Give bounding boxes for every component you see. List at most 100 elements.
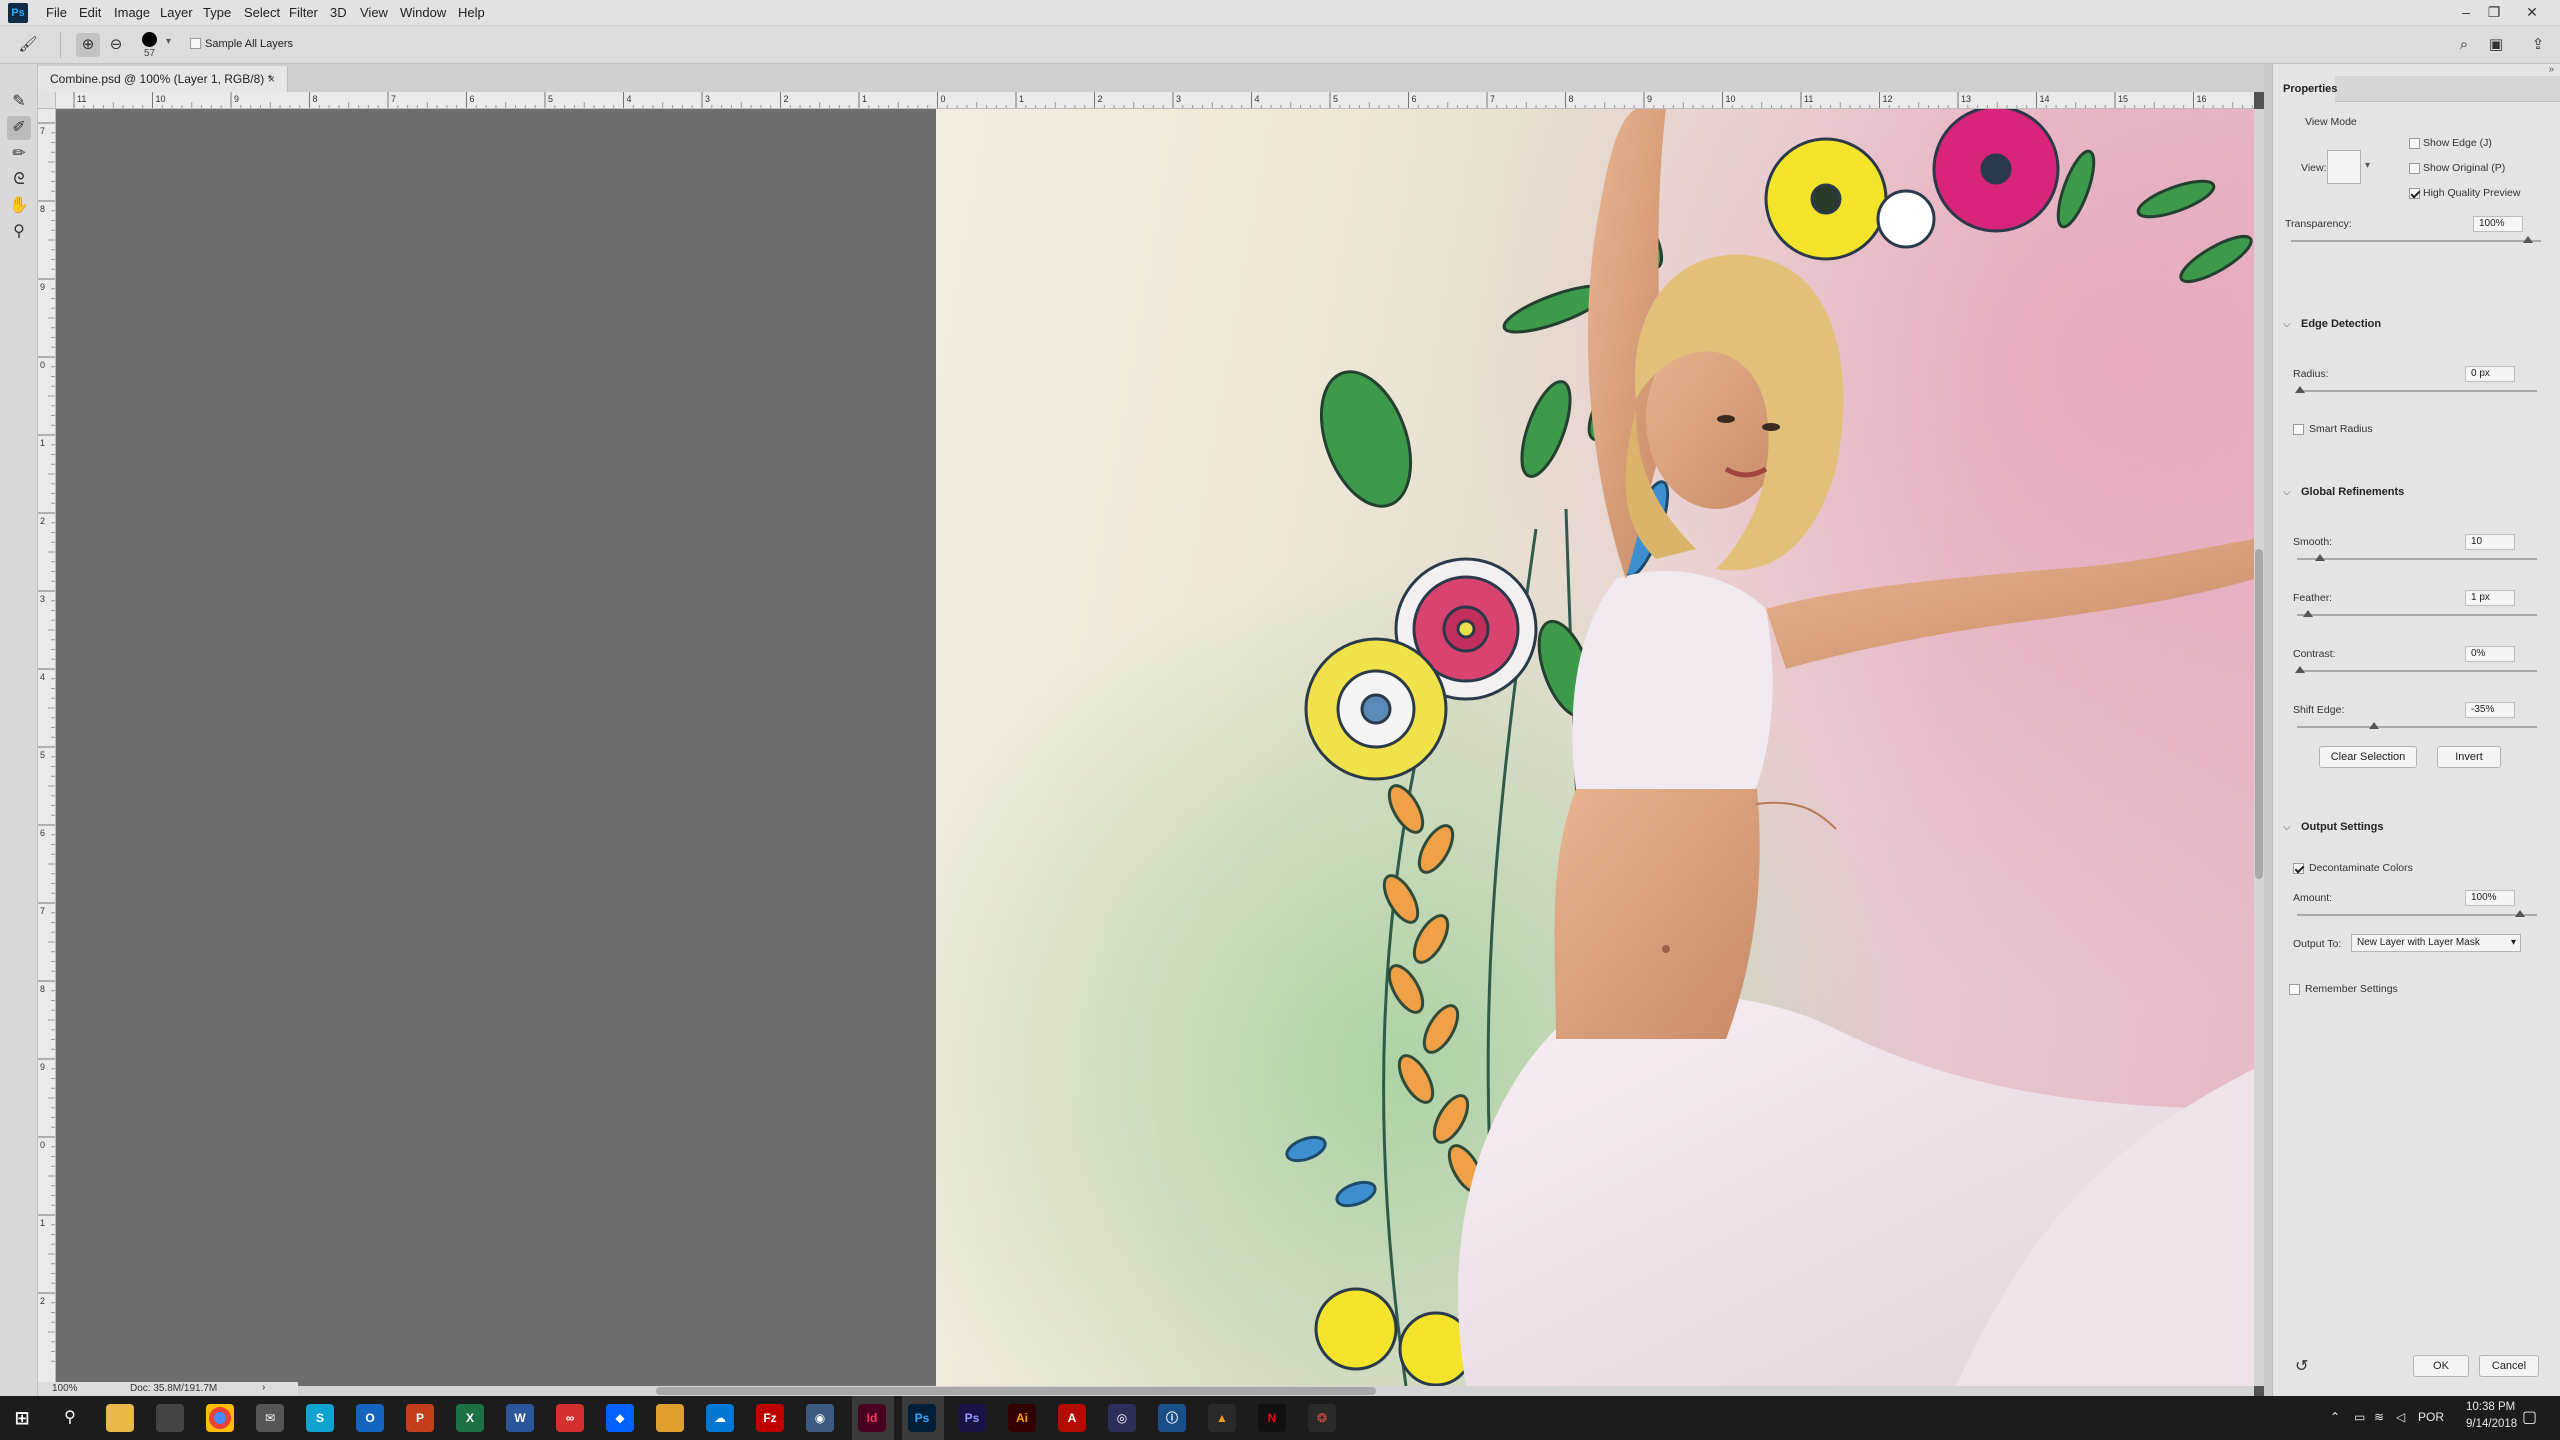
- radius-slider[interactable]: [2297, 390, 2537, 392]
- edge-detection-chevron-icon[interactable]: ⌵: [2283, 319, 2291, 330]
- notifications-icon[interactable]: ▢: [2522, 1407, 2537, 1427]
- shift-edge-slider-thumb[interactable]: [2369, 722, 2379, 729]
- brush-dropdown-icon[interactable]: ▾: [166, 36, 171, 47]
- workspace-icon[interactable]: ▣: [2484, 33, 2508, 57]
- lasso-tool-icon[interactable]: ᘓ: [7, 168, 31, 192]
- windows-start-icon[interactable]: ⊞: [8, 1404, 36, 1432]
- photoshop-icon[interactable]: Ps: [908, 1404, 936, 1432]
- clear-selection-button[interactable]: Clear Selection: [2319, 746, 2417, 768]
- search-icon[interactable]: ⚲: [56, 1404, 84, 1432]
- network-icon[interactable]: ▭: [2354, 1410, 2365, 1424]
- excel-icon[interactable]: X: [456, 1404, 484, 1432]
- view-mode-thumbnail[interactable]: [2327, 150, 2361, 184]
- restore-icon[interactable]: ❐: [2482, 2, 2506, 22]
- radius-slider-thumb[interactable]: [2295, 386, 2305, 393]
- vertical-ruler[interactable]: 7 8 9 0 1 2 3 4 5 6 7 8 9 0 1 2: [38, 109, 56, 1386]
- powerpoint-icon[interactable]: P: [406, 1404, 434, 1432]
- vertical-scrollbar[interactable]: [2254, 109, 2264, 1386]
- ok-button[interactable]: OK: [2413, 1355, 2469, 1377]
- output-settings-chevron-icon[interactable]: ⌵: [2283, 822, 2291, 833]
- smart-radius-checkbox[interactable]: [2293, 424, 2304, 435]
- refine-edge-brush-icon[interactable]: ✐: [7, 116, 31, 140]
- close-icon[interactable]: ✕: [2520, 2, 2544, 22]
- photoshop-alt-icon[interactable]: Ps: [958, 1404, 986, 1432]
- high-quality-preview-checkbox[interactable]: [2409, 188, 2420, 199]
- app-circle-icon[interactable]: ◎: [1108, 1404, 1136, 1432]
- transparency-field[interactable]: 100%: [2473, 216, 2523, 232]
- zoom-tool-icon[interactable]: ⚲: [7, 220, 31, 244]
- acrobat-icon[interactable]: A: [1058, 1404, 1086, 1432]
- menu-window[interactable]: Window: [400, 5, 446, 20]
- feather-slider[interactable]: [2297, 614, 2537, 616]
- store-icon[interactable]: [156, 1404, 184, 1432]
- volume-icon[interactable]: ◁: [2396, 1410, 2405, 1424]
- clock-date[interactable]: 9/14/2018: [2466, 1418, 2517, 1430]
- menu-view[interactable]: View: [360, 5, 388, 20]
- decontaminate-colors-checkbox[interactable]: [2293, 863, 2304, 874]
- smooth-slider-thumb[interactable]: [2315, 554, 2325, 561]
- menu-image[interactable]: Image: [114, 5, 150, 20]
- horizontal-scrollbar[interactable]: [56, 1386, 2254, 1396]
- illustrator-icon[interactable]: Ai: [1008, 1404, 1036, 1432]
- vlc-icon[interactable]: ▲: [1208, 1404, 1236, 1432]
- collapse-panel-icon[interactable]: »: [2548, 64, 2554, 75]
- contrast-field[interactable]: 0%: [2465, 646, 2515, 662]
- menu-help[interactable]: Help: [458, 5, 485, 20]
- vertical-scrollbar-thumb[interactable]: [2255, 549, 2263, 879]
- show-edge-checkbox[interactable]: [2409, 138, 2420, 149]
- clock-time[interactable]: 10:38 PM: [2466, 1401, 2515, 1413]
- amount-slider[interactable]: [2297, 914, 2537, 916]
- app-swirl-icon[interactable]: ❂: [1308, 1404, 1336, 1432]
- menu-select[interactable]: Select: [244, 5, 280, 20]
- menu-3d[interactable]: 3D: [330, 5, 347, 20]
- status-menu-arrow[interactable]: ›: [262, 1382, 265, 1393]
- output-to-select[interactable]: New Layer with Layer Mask ▾: [2351, 934, 2521, 952]
- menu-type[interactable]: Type: [203, 5, 231, 20]
- word-icon[interactable]: W: [506, 1404, 534, 1432]
- contrast-slider[interactable]: [2297, 670, 2537, 672]
- smooth-slider[interactable]: [2297, 558, 2537, 560]
- amount-slider-thumb[interactable]: [2515, 910, 2525, 917]
- global-refinements-heading[interactable]: Global Refinements: [2301, 486, 2404, 498]
- show-original-checkbox[interactable]: [2409, 163, 2420, 174]
- smooth-field[interactable]: 10: [2465, 534, 2515, 550]
- brush-tool-icon[interactable]: ✏: [7, 142, 31, 166]
- dropbox-icon[interactable]: ◆: [606, 1404, 634, 1432]
- edge-detection-heading[interactable]: Edge Detection: [2301, 318, 2381, 330]
- output-settings-heading[interactable]: Output Settings: [2301, 821, 2384, 833]
- search-icon[interactable]: ⌕: [2452, 33, 2476, 57]
- app-icon[interactable]: ◉: [806, 1404, 834, 1432]
- files-icon[interactable]: [656, 1404, 684, 1432]
- zoom-level[interactable]: 100%: [52, 1383, 78, 1394]
- canvas[interactable]: [56, 109, 2254, 1386]
- properties-tab[interactable]: Properties: [2273, 76, 2337, 102]
- add-to-selection-icon[interactable]: ⊕: [76, 33, 100, 57]
- radius-field[interactable]: 0 px: [2465, 366, 2515, 382]
- share-icon[interactable]: ⇪: [2526, 33, 2550, 57]
- horizontal-ruler[interactable]: 11 10 9 8 7 6 5 4 3 2 1 0 1 2 3 4 5 6 7 8 9 10 11 12 13 14 15 16: [56, 92, 2254, 109]
- feather-slider-thumb[interactable]: [2303, 610, 2313, 617]
- onedrive-icon[interactable]: ☁: [706, 1404, 734, 1432]
- tray-chevron-icon[interactable]: ⌃: [2330, 1410, 2340, 1424]
- menu-layer[interactable]: Layer: [160, 5, 193, 20]
- shift-edge-slider[interactable]: [2297, 726, 2537, 728]
- file-explorer-icon[interactable]: [106, 1404, 134, 1432]
- skype-icon[interactable]: S: [306, 1404, 334, 1432]
- horizontal-scrollbar-thumb[interactable]: [656, 1387, 1376, 1395]
- indesign-icon[interactable]: Id: [858, 1404, 886, 1432]
- close-tab-icon[interactable]: ×: [268, 66, 275, 92]
- filezilla-icon[interactable]: Fz: [756, 1404, 784, 1432]
- brush-preview-icon[interactable]: [142, 32, 157, 47]
- remember-settings-checkbox[interactable]: [2289, 984, 2300, 995]
- transparency-slider[interactable]: [2291, 240, 2541, 242]
- hand-tool-icon[interactable]: ✋: [7, 194, 31, 218]
- wifi-icon[interactable]: ≋: [2374, 1410, 2384, 1424]
- document-tab[interactable]: Combine.psd @ 100% (Layer 1, RGB/8) * ×: [38, 66, 288, 92]
- outlook-icon[interactable]: O: [356, 1404, 384, 1432]
- subtract-from-selection-icon[interactable]: ⊖: [104, 33, 128, 57]
- chrome-icon[interactable]: [206, 1404, 234, 1432]
- netflix-icon[interactable]: N: [1258, 1404, 1286, 1432]
- quick-selection-tool-icon[interactable]: ✎: [7, 90, 31, 114]
- menu-file[interactable]: File: [46, 5, 67, 20]
- transparency-slider-thumb[interactable]: [2523, 236, 2533, 243]
